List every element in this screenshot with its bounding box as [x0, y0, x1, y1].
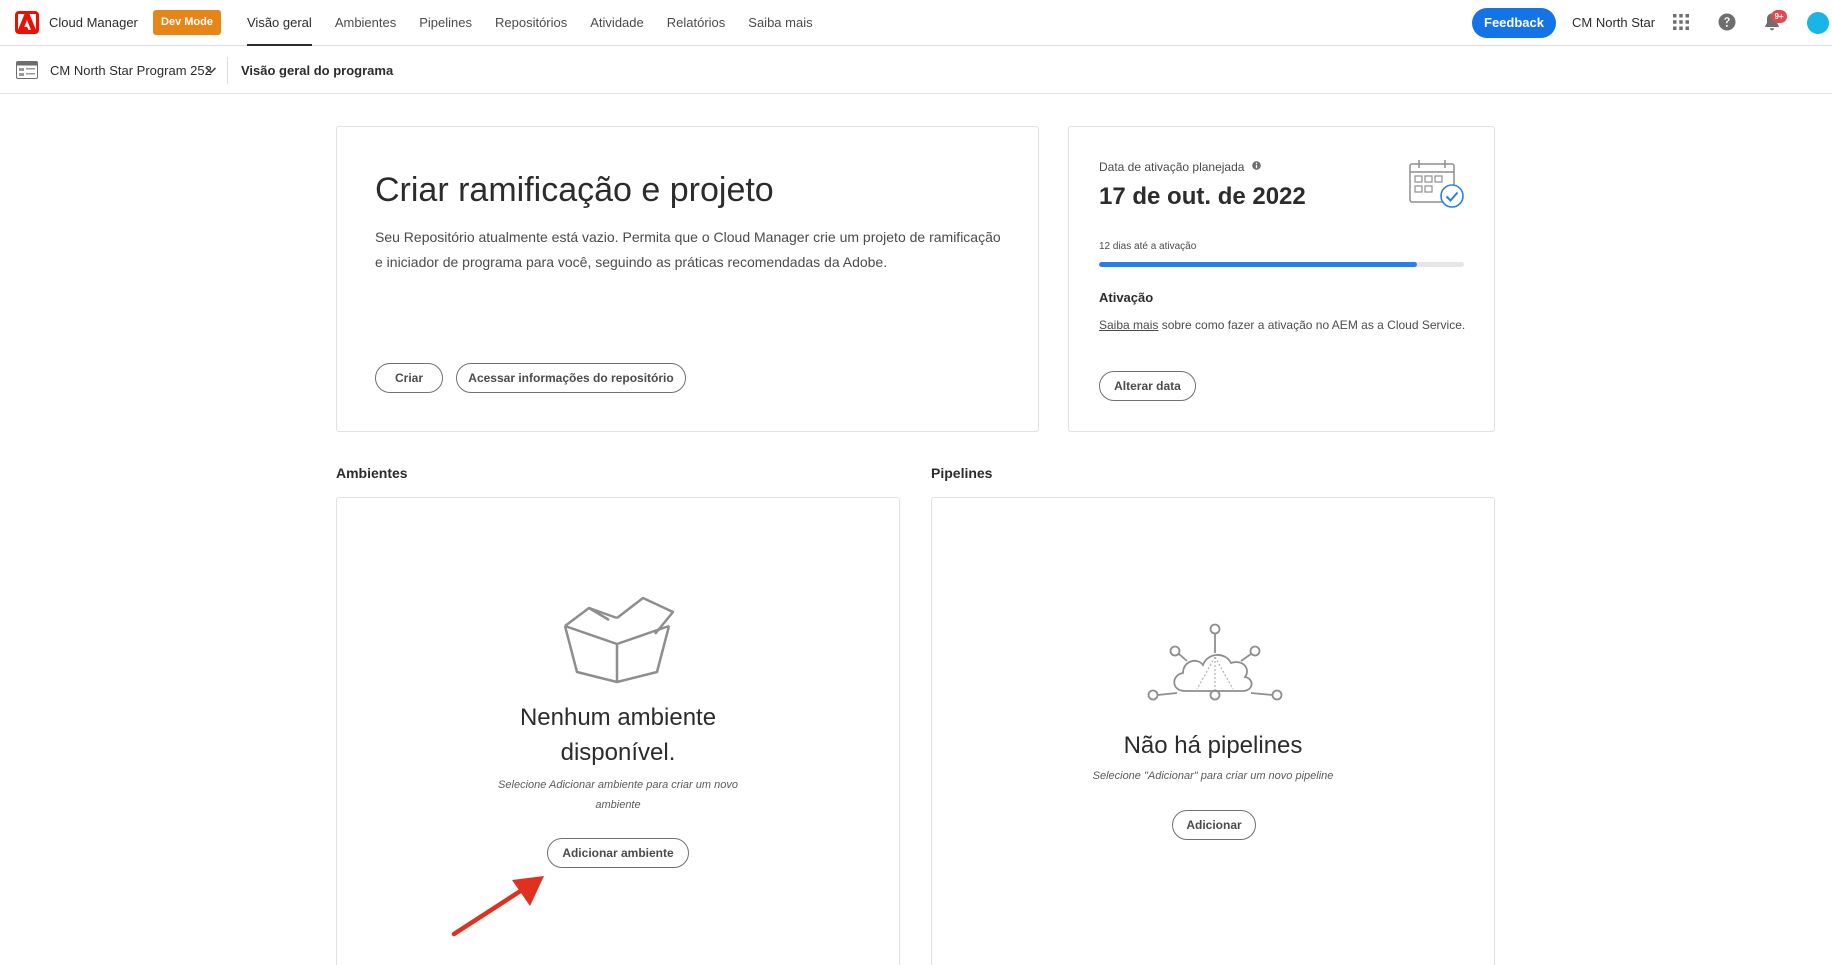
environments-card: Nenhum ambiente disponível. Selecione Ad…: [336, 497, 900, 965]
pipelines-card: Não há pipelines Selecione "Adicionar" p…: [931, 497, 1495, 965]
adobe-logo-icon[interactable]: [15, 11, 39, 34]
program-selector[interactable]: CM North Star Program 252: [50, 63, 212, 78]
app-switcher-icon[interactable]: [1673, 14, 1689, 30]
activation-date: 17 de out. de 2022: [1099, 183, 1306, 210]
org-switcher[interactable]: CM North Star: [1572, 15, 1655, 30]
divider: [227, 57, 228, 84]
activation-countdown: 12 dias até a ativação: [1099, 241, 1197, 252]
environments-empty-title: Nenhum ambiente disponível.: [519, 704, 717, 766]
top-bar: Cloud Manager Dev Mode Visão geral Ambie…: [0, 0, 1832, 46]
program-bar: CM North Star Program 252 Visão geral do…: [0, 47, 1832, 94]
chevron-down-icon[interactable]: [205, 65, 217, 75]
notification-count-badge: 9+: [1771, 10, 1787, 23]
create-branch-card: Criar ramificação e projeto Seu Repositó…: [336, 126, 1039, 432]
user-avatar[interactable]: [1807, 12, 1829, 34]
activation-date-label: Data de ativação planejada: [1099, 160, 1245, 174]
empty-box-icon: [563, 596, 675, 684]
activation-progress-fill: [1099, 262, 1417, 267]
nav-tab-environments[interactable]: Ambientes: [335, 0, 396, 46]
create-card-description: Seu Repositório atualmente está vazio. P…: [375, 229, 1001, 270]
nav-tab-pipelines[interactable]: Pipelines: [419, 0, 472, 46]
activation-heading: Ativação: [1099, 290, 1154, 305]
add-environment-button[interactable]: Adicionar ambiente: [547, 838, 689, 868]
app-name[interactable]: Cloud Manager: [49, 15, 138, 30]
learn-more-link[interactable]: Saiba mais: [1099, 318, 1158, 332]
activation-help-text: Saiba mais sobre como fazer a ativação n…: [1099, 318, 1465, 332]
program-icon: [16, 61, 38, 79]
dev-mode-badge: Dev Mode: [153, 10, 221, 35]
nav-tab-activity[interactable]: Atividade: [590, 0, 643, 46]
add-pipeline-button[interactable]: Adicionar: [1172, 810, 1256, 840]
change-date-button[interactable]: Alterar data: [1099, 371, 1196, 401]
feedback-button[interactable]: Feedback: [1472, 8, 1556, 38]
nav-tab-repositories[interactable]: Repositórios: [495, 0, 567, 46]
pipelines-empty-title: Não há pipelines: [1123, 732, 1303, 759]
main-nav: Visão geral Ambientes Pipelines Repositó…: [247, 0, 836, 46]
nav-tab-learn-more[interactable]: Saiba mais: [748, 0, 812, 46]
nav-tab-overview[interactable]: Visão geral: [247, 0, 312, 46]
environments-section-title: Ambientes: [336, 465, 408, 481]
page-title: Visão geral do programa: [241, 63, 394, 78]
pipelines-section-title: Pipelines: [931, 465, 993, 481]
help-icon[interactable]: [1718, 13, 1736, 31]
activation-progress-bar: [1099, 262, 1464, 267]
cloud-network-icon: [1147, 623, 1283, 701]
repo-info-button[interactable]: Acessar informações do repositório: [456, 363, 686, 393]
create-card-title: Criar ramificação e projeto: [375, 171, 774, 209]
activation-card: Data de ativação planejada 17 de out. de…: [1068, 126, 1495, 432]
nav-tab-reports[interactable]: Relatórios: [667, 0, 726, 46]
pipelines-empty-subtitle: Selecione "Adicionar" para criar um novo…: [1092, 770, 1334, 782]
create-button[interactable]: Criar: [375, 363, 443, 393]
calendar-check-icon: [1409, 160, 1464, 208]
info-icon[interactable]: [1252, 161, 1261, 170]
annotation-arrow-icon: [451, 876, 544, 937]
activation-help-sentence: sobre como fazer a ativação no AEM as a …: [1158, 318, 1466, 332]
environments-empty-subtitle: Selecione Adicionar ambiente para criar …: [498, 779, 738, 811]
